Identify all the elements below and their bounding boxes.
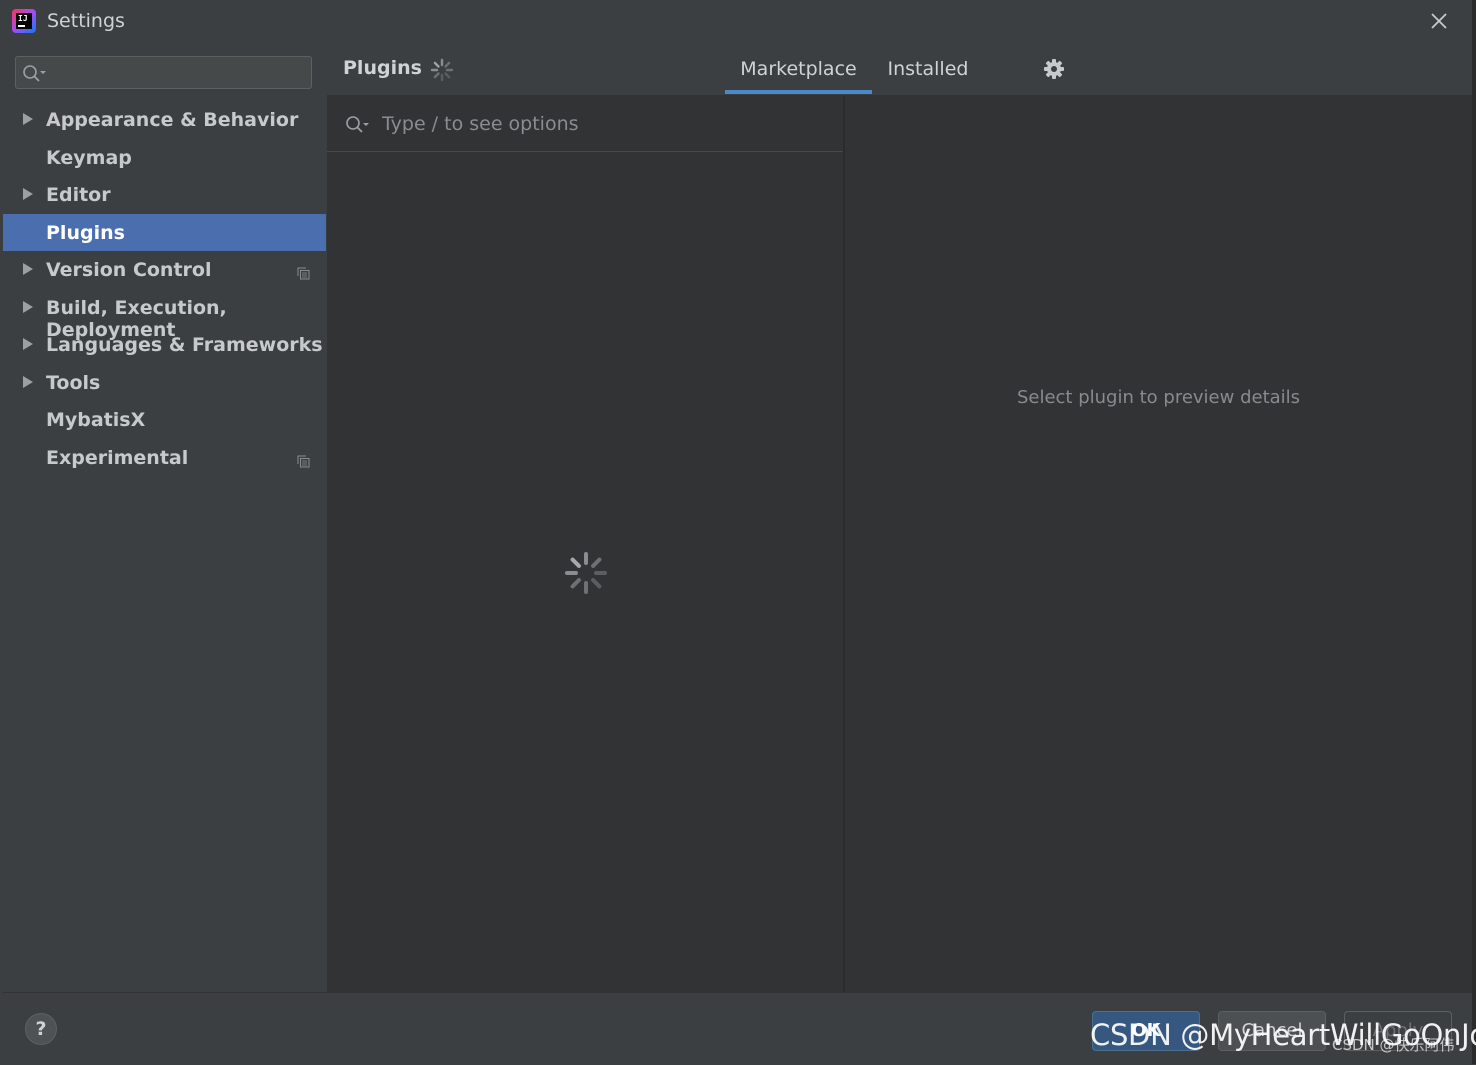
loading-spinner-icon [564,551,608,595]
detail-empty-text: Select plugin to preview details [1016,387,1301,408]
sidebar-item-keymap[interactable]: Keymap [3,139,326,176]
tab-installed[interactable]: Installed [882,56,974,96]
sidebar-search-input[interactable] [15,56,312,89]
tab-marketplace-label: Marketplace [740,58,857,80]
expand-arrow-icon[interactable] [23,113,33,125]
expand-arrow-icon[interactable] [23,376,33,388]
app-logo-text: IJ [16,13,32,29]
sidebar-item-tools[interactable]: Tools [3,364,326,401]
title-bar [0,0,1476,44]
sidebar-item-label: Version Control [46,259,212,281]
sidebar-item-label: Plugins [46,222,125,244]
loading-spinner-icon [430,58,454,82]
tab-marketplace[interactable]: Marketplace [725,56,872,96]
copy-icon [297,263,310,280]
search-icon[interactable] [22,63,52,83]
app-logo-icon: IJ [12,9,36,33]
plugin-search-input[interactable] [380,108,834,140]
sidebar-item-languages-frameworks[interactable]: Languages & Frameworks [3,326,326,363]
gear-icon[interactable] [1042,57,1066,81]
sidebar-item-label: Appearance & Behavior [46,109,299,131]
plugin-detail-pane [845,96,1472,992]
sidebar-item-editor[interactable]: Editor [3,176,326,213]
watermark-small-text: CSDN @快乐阿伟 [1332,1036,1455,1054]
copy-icon [297,451,310,468]
sidebar-item-label: Experimental [46,447,189,469]
window-edge [1472,0,1476,1064]
sidebar-item-label: Editor [46,184,111,206]
sidebar-item-label: Keymap [46,147,132,169]
sidebar-item-experimental[interactable]: Experimental [3,439,326,476]
sidebar-item-version-control[interactable]: Version Control [3,251,326,288]
search-icon[interactable] [345,114,373,134]
sidebar-item-label: MybatisX [46,409,146,431]
window-title: Settings [47,10,125,32]
expand-arrow-icon[interactable] [23,301,33,313]
page-title: Plugins [343,57,422,79]
sidebar-item-mybatisx[interactable]: MybatisX [3,401,326,438]
sidebar-item-appearance-behavior[interactable]: Appearance & Behavior [3,101,326,138]
plugin-list-pane [327,96,843,992]
help-icon[interactable]: ? [25,1013,57,1045]
expand-arrow-icon[interactable] [23,263,33,275]
sidebar-item-label: Tools [46,372,101,394]
expand-arrow-icon[interactable] [23,338,33,350]
active-tab-underline [725,90,872,94]
search-separator [327,151,843,152]
sidebar-item-label: Languages & Frameworks [46,334,323,356]
close-icon[interactable] [1426,8,1452,34]
sidebar-item-build-execution-deployment[interactable]: Build, Execution, Deployment [3,289,326,341]
tab-installed-label: Installed [887,58,969,80]
expand-arrow-icon[interactable] [23,188,33,200]
sidebar-item-plugins[interactable]: Plugins [3,214,326,251]
